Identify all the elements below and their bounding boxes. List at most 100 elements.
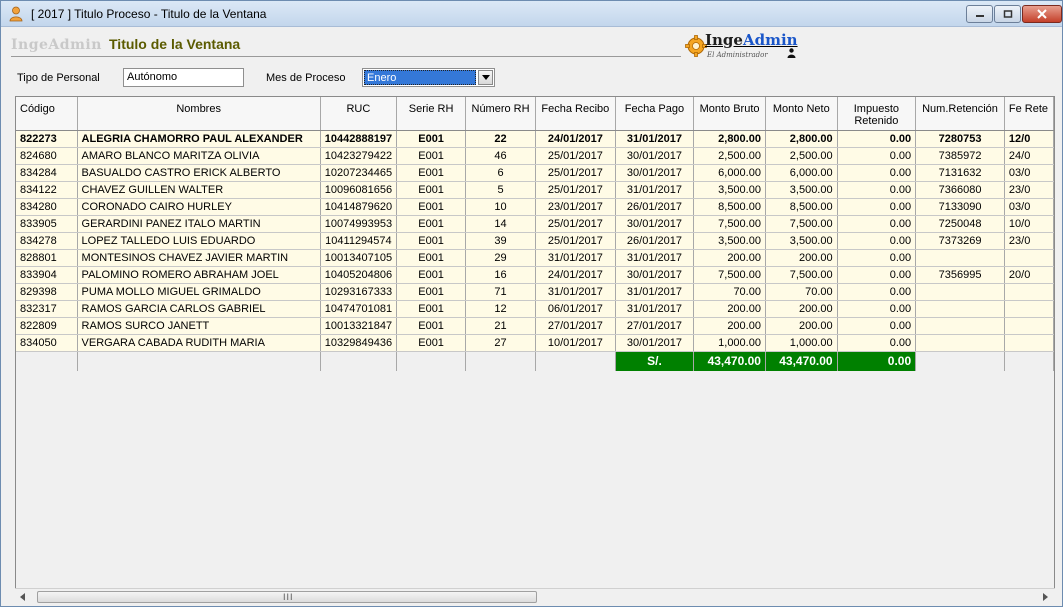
table-cell[interactable]: 822273 [16, 130, 78, 148]
table-cell[interactable]: E001 [396, 215, 467, 233]
table-cell[interactable]: 30/01/2017 [615, 147, 695, 165]
table-cell[interactable]: 0.00 [837, 317, 917, 335]
table-cell[interactable]: 10293167333 [320, 283, 398, 301]
table-cell[interactable]: 23/01/2017 [535, 198, 616, 216]
column-header[interactable]: Nombres [77, 97, 321, 131]
table-row[interactable]: 824680 AMARO BLANCO MARITZA OLIVIA 1042327… [16, 147, 1054, 165]
table-row[interactable]: 834122 CHAVEZ GUILLEN WALTER 10096081656 E0… [16, 181, 1054, 199]
table-cell[interactable]: 24/01/2017 [535, 266, 616, 284]
dropdown-arrow-button[interactable] [478, 70, 493, 85]
table-row[interactable]: 829398 PUMA MOLLO MIGUEL GRIMALDO 10293167… [16, 283, 1054, 301]
table-cell[interactable]: 12/0 [1004, 130, 1054, 148]
table-cell[interactable]: 0.00 [837, 147, 917, 165]
horizontal-scrollbar[interactable]: III [15, 588, 1055, 605]
table-cell[interactable]: MONTESINOS CHAVEZ JAVIER MARTIN [77, 249, 321, 267]
table-row[interactable]: 822809 RAMOS SURCO JANETT 10013321847 E001 2… [16, 317, 1054, 335]
data-grid[interactable]: Código Nombres RUC Serie RH Número RH Fecha R… [15, 96, 1055, 604]
table-cell[interactable]: 10442888197 [320, 130, 398, 148]
table-cell[interactable]: AMARO BLANCO MARITZA OLIVIA [77, 147, 321, 165]
table-cell[interactable]: 46 [465, 147, 536, 165]
table-cell[interactable]: 31/01/2017 [615, 300, 695, 318]
table-cell[interactable]: 6 [465, 164, 536, 182]
table-cell[interactable]: 6,000.00 [765, 164, 838, 182]
minimize-button[interactable] [966, 5, 993, 23]
table-cell[interactable]: GERARDINI PANEZ ITALO MARTIN [77, 215, 321, 233]
table-cell[interactable]: 2,500.00 [693, 147, 766, 165]
tipo-personal-field[interactable]: Autónomo [123, 68, 244, 87]
table-cell[interactable]: 8,500.00 [765, 198, 838, 216]
table-cell[interactable]: 8,500.00 [693, 198, 766, 216]
table-cell[interactable]: 7385972 [915, 147, 1005, 165]
table-cell[interactable]: 25/01/2017 [535, 164, 616, 182]
column-header[interactable]: Serie RH [396, 97, 467, 131]
table-cell[interactable]: 30/01/2017 [615, 334, 695, 352]
close-button[interactable] [1022, 5, 1062, 23]
table-cell[interactable]: E001 [396, 283, 467, 301]
table-cell[interactable]: 6,000.00 [693, 164, 766, 182]
table-cell[interactable]: E001 [396, 130, 467, 148]
table-cell[interactable]: 10405204806 [320, 266, 398, 284]
table-cell[interactable]: ALEGRIA CHAMORRO PAUL ALEXANDER [77, 130, 321, 148]
table-row[interactable]: 834278 LOPEZ TALLEDO LUIS EDUARDO 10411294… [16, 232, 1054, 250]
table-cell[interactable]: 7131632 [915, 164, 1005, 182]
table-cell[interactable]: 3,500.00 [693, 232, 766, 250]
table-row[interactable]: 834284 BASUALDO CASTRO ERICK ALBERTO 10207… [16, 164, 1054, 182]
table-cell[interactable]: 24/01/2017 [535, 130, 616, 148]
table-cell[interactable]: 7250048 [915, 215, 1005, 233]
table-cell[interactable]: 22 [465, 130, 536, 148]
table-row[interactable]: 822273 ALEGRIA CHAMORRO PAUL ALEXANDER 104… [16, 130, 1054, 148]
table-cell[interactable]: 25/01/2017 [535, 215, 616, 233]
table-cell[interactable]: 2,800.00 [765, 130, 838, 148]
table-cell[interactable]: 31/01/2017 [615, 249, 695, 267]
table-cell[interactable]: 23/0 [1004, 232, 1054, 250]
table-cell[interactable]: 200.00 [765, 249, 838, 267]
table-cell[interactable] [1004, 334, 1054, 352]
table-cell[interactable]: 828801 [16, 249, 78, 267]
table-cell[interactable]: 23/0 [1004, 181, 1054, 199]
table-cell[interactable]: 10096081656 [320, 181, 398, 199]
table-cell[interactable]: 7366080 [915, 181, 1005, 199]
table-cell[interactable]: E001 [396, 164, 467, 182]
table-cell[interactable]: BASUALDO CASTRO ERICK ALBERTO [77, 164, 321, 182]
table-cell[interactable]: 200.00 [765, 300, 838, 318]
table-cell[interactable]: 10411294574 [320, 232, 398, 250]
table-cell[interactable]: 0.00 [837, 283, 917, 301]
maximize-button[interactable] [994, 5, 1021, 23]
table-cell[interactable]: 25/01/2017 [535, 232, 616, 250]
table-cell[interactable]: PUMA MOLLO MIGUEL GRIMALDO [77, 283, 321, 301]
table-cell[interactable]: 7280753 [915, 130, 1005, 148]
table-cell[interactable]: 200.00 [693, 300, 766, 318]
column-header[interactable]: Monto Bruto [693, 97, 766, 131]
scroll-left-icon[interactable] [20, 593, 26, 601]
table-cell[interactable]: 10013407105 [320, 249, 398, 267]
table-row[interactable]: 833904 PALOMINO ROMERO ABRAHAM JOEL 104052… [16, 266, 1054, 284]
column-header[interactable]: Impuesto Retenido [837, 97, 917, 131]
column-header[interactable]: Num.Retención [915, 97, 1005, 131]
table-cell[interactable] [1004, 317, 1054, 335]
table-cell[interactable]: E001 [396, 317, 467, 335]
table-cell[interactable]: CORONADO CAIRO HURLEY [77, 198, 321, 216]
table-cell[interactable]: 0.00 [837, 232, 917, 250]
table-cell[interactable]: 2,800.00 [693, 130, 766, 148]
table-cell[interactable]: 0.00 [837, 130, 917, 148]
table-cell[interactable]: 834050 [16, 334, 78, 352]
table-cell[interactable]: 3,500.00 [765, 232, 838, 250]
table-cell[interactable]: 10207234465 [320, 164, 398, 182]
table-cell[interactable]: 7133090 [915, 198, 1005, 216]
table-cell[interactable]: 832317 [16, 300, 78, 318]
table-cell[interactable]: 5 [465, 181, 536, 199]
table-cell[interactable]: 10423279422 [320, 147, 398, 165]
table-cell[interactable]: 7356995 [915, 266, 1005, 284]
table-cell[interactable]: RAMOS SURCO JANETT [77, 317, 321, 335]
table-cell[interactable]: 06/01/2017 [535, 300, 616, 318]
table-cell[interactable]: 30/01/2017 [615, 215, 695, 233]
table-cell[interactable]: 2,500.00 [765, 147, 838, 165]
table-cell[interactable]: 30/01/2017 [615, 164, 695, 182]
column-header[interactable]: Fecha Pago [615, 97, 695, 131]
table-cell[interactable]: E001 [396, 198, 467, 216]
table-row[interactable]: 834280 CORONADO CAIRO HURLEY 10414879620 E0… [16, 198, 1054, 216]
table-cell[interactable]: 0.00 [837, 266, 917, 284]
table-cell[interactable]: 829398 [16, 283, 78, 301]
table-cell[interactable]: 7373269 [915, 232, 1005, 250]
table-cell[interactable]: 200.00 [693, 249, 766, 267]
